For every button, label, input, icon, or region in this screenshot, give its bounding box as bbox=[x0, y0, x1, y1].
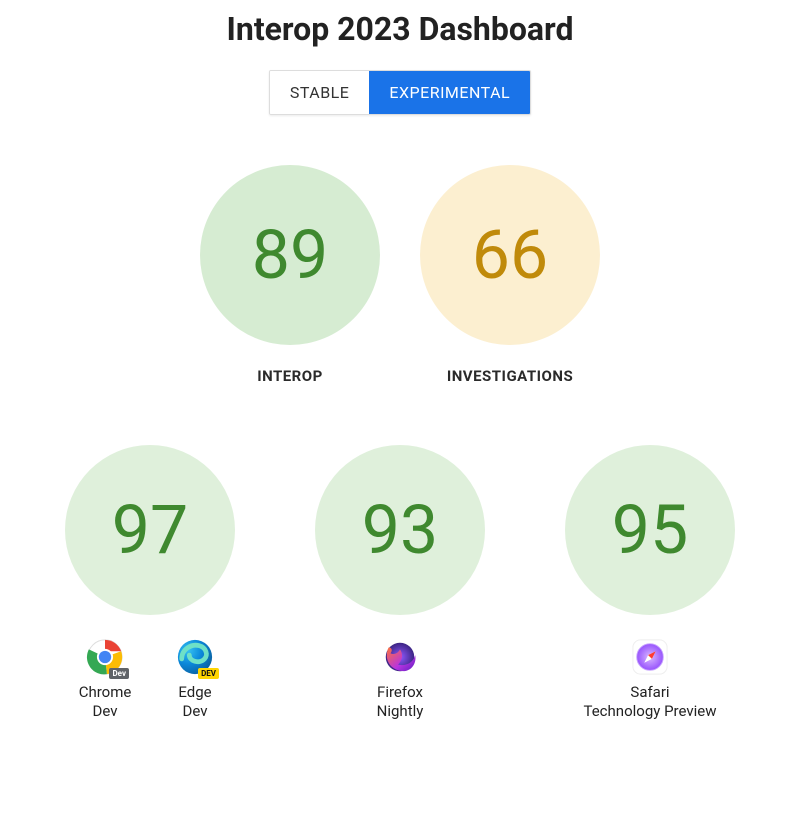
browser-col-safari: 95 bbox=[545, 445, 755, 729]
browser-row: 97 Dev Chrome Dev bbox=[0, 445, 800, 729]
tab-experimental[interactable]: EXPERIMENTAL bbox=[369, 71, 530, 114]
browser-col-firefox: 93 bbox=[295, 445, 505, 729]
edge-dev-label: Edge Dev bbox=[178, 683, 211, 721]
investigations-score-label: INVESTIGATIONS bbox=[447, 367, 573, 385]
investigations-score-circle: 66 bbox=[420, 165, 600, 345]
browser-item-firefox-nightly: Firefox Nightly bbox=[370, 637, 430, 721]
browser-col-chrome-edge: 97 Dev Chrome Dev bbox=[45, 445, 255, 729]
chrome-dev-badge: Dev bbox=[109, 668, 129, 679]
dashboard-root: Interop 2023 Dashboard STABLE EXPERIMENT… bbox=[0, 0, 800, 729]
browser-item-safari-tp: Safari Technology Preview bbox=[560, 637, 740, 721]
interop-score-label: INTEROP bbox=[257, 367, 323, 385]
interop-score-value: 89 bbox=[252, 215, 328, 295]
firefox-nightly-label: Firefox Nightly bbox=[377, 683, 424, 721]
firefox-score-value: 93 bbox=[362, 490, 438, 570]
summary-row: 89 INTEROP 66 INVESTIGATIONS bbox=[0, 165, 800, 385]
interop-score-circle: 89 bbox=[200, 165, 380, 345]
safari-tp-icon bbox=[630, 637, 670, 677]
mode-tabs: STABLE EXPERIMENTAL bbox=[0, 70, 800, 115]
page-title: Interop 2023 Dashboard bbox=[0, 10, 800, 48]
chrome-dev-icon: Dev bbox=[85, 637, 125, 677]
chrome-edge-score-circle: 97 bbox=[65, 445, 235, 615]
firefox-nightly-icon bbox=[380, 637, 420, 677]
edge-dev-icon: DEV bbox=[175, 637, 215, 677]
tab-stable[interactable]: STABLE bbox=[270, 71, 370, 114]
chrome-edge-icons: Dev Chrome Dev bbox=[45, 637, 255, 721]
firefox-score-circle: 93 bbox=[315, 445, 485, 615]
safari-tp-label: Safari Technology Preview bbox=[584, 683, 717, 721]
browser-item-edge-dev: DEV Edge Dev bbox=[165, 637, 225, 721]
edge-dev-badge: DEV bbox=[198, 668, 219, 679]
metric-interop: 89 INTEROP bbox=[200, 165, 380, 385]
chrome-edge-score-value: 97 bbox=[112, 490, 188, 570]
investigations-score-value: 66 bbox=[472, 215, 548, 295]
safari-score-circle: 95 bbox=[565, 445, 735, 615]
tab-group: STABLE EXPERIMENTAL bbox=[269, 70, 531, 115]
browser-item-chrome-dev: Dev Chrome Dev bbox=[75, 637, 135, 721]
firefox-icons: Firefox Nightly bbox=[295, 637, 505, 721]
metric-investigations: 66 INVESTIGATIONS bbox=[420, 165, 600, 385]
chrome-dev-label: Chrome Dev bbox=[79, 683, 132, 721]
safari-score-value: 95 bbox=[612, 490, 688, 570]
safari-icons: Safari Technology Preview bbox=[545, 637, 755, 721]
